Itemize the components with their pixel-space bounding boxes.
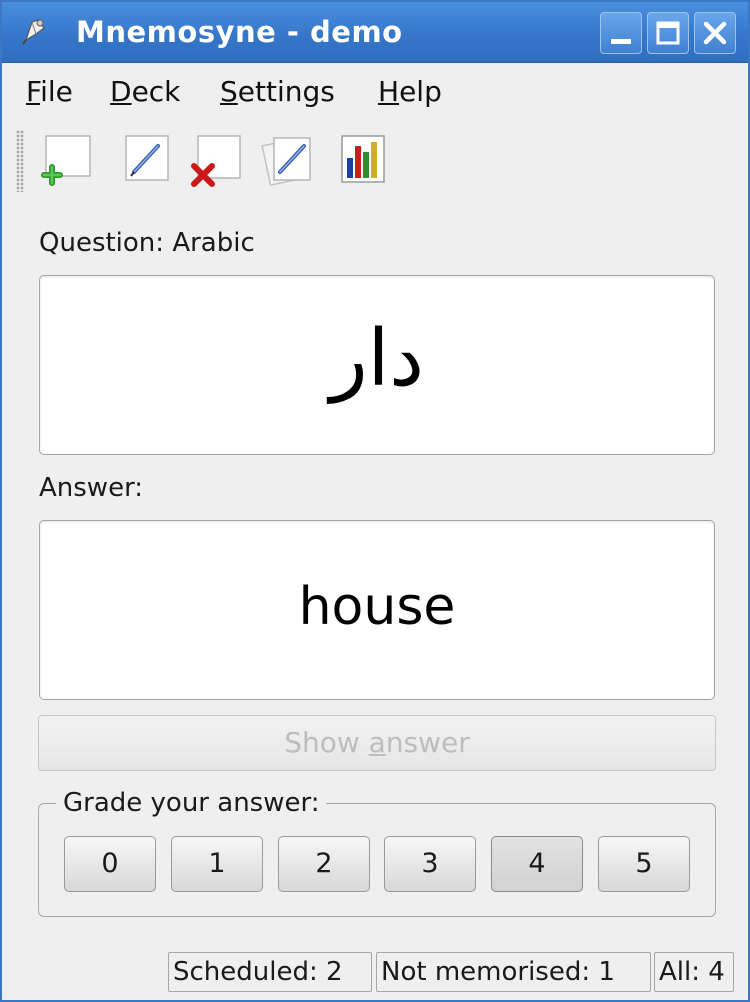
answer-label: Answer: — [39, 473, 144, 503]
status-scheduled: Scheduled: 2 — [168, 952, 372, 992]
mnemosyne-app-icon[interactable] — [20, 14, 52, 46]
minimize-icon — [611, 39, 631, 44]
title-bar[interactable]: Mnemosyne - demo — [2, 2, 748, 63]
menu-settings[interactable]: Settings — [220, 75, 335, 108]
edit-deck-icon[interactable] — [260, 132, 316, 188]
question-label: Question: Arabic — [39, 228, 255, 258]
menu-deck-mnemonic: D — [110, 75, 132, 108]
grade-0-button[interactable]: 0 — [64, 836, 156, 892]
status-not-memorised: Not memorised: 1 — [376, 952, 651, 992]
menu-deck-label: eck — [131, 75, 181, 108]
question-pane: دار — [39, 275, 715, 455]
status-all: All: 4 — [654, 952, 734, 992]
grade-group-title: Grade your answer: — [56, 788, 327, 818]
menu-deck[interactable]: Deck — [110, 75, 180, 108]
window-title: Mnemosyne - demo — [76, 15, 403, 49]
grade-4-button[interactable]: 4 — [491, 836, 583, 892]
grade-3-button[interactable]: 3 — [384, 836, 476, 892]
close-icon — [703, 21, 727, 45]
answer-text: house — [298, 577, 456, 637]
maximize-button[interactable] — [647, 12, 689, 54]
show-answer-mnemonic: a — [368, 726, 386, 759]
menu-settings-label: ettings — [237, 75, 335, 108]
toolbar — [2, 120, 748, 208]
show-answer-label-end: nswer — [385, 726, 470, 759]
minimize-button[interactable] — [600, 12, 642, 54]
app-window: Mnemosyne - demo File Deck Settings Help — [0, 0, 750, 1002]
close-button[interactable] — [694, 12, 736, 54]
menu-file-label: ile — [40, 75, 73, 108]
grade-1-button[interactable]: 1 — [171, 836, 263, 892]
menu-file-mnemonic: F — [26, 75, 41, 108]
edit-card-icon[interactable] — [120, 132, 176, 188]
menu-settings-mnemonic: S — [220, 75, 238, 108]
show-answer-button[interactable]: Show answer — [38, 715, 716, 771]
menu-help-mnemonic: H — [378, 75, 400, 108]
menu-file[interactable]: File — [26, 75, 73, 108]
statistics-icon[interactable] — [336, 132, 392, 188]
delete-card-icon[interactable] — [188, 132, 244, 188]
maximize-icon — [656, 21, 680, 45]
menu-help[interactable]: Help — [378, 75, 442, 108]
grade-2-button[interactable]: 2 — [278, 836, 370, 892]
menu-bar: File Deck Settings Help — [2, 63, 748, 119]
toolbar-grip[interactable] — [16, 130, 24, 192]
answer-pane: house — [39, 520, 715, 700]
show-answer-label-start: Show — [284, 726, 369, 759]
menu-help-label: elp — [399, 75, 442, 108]
add-card-icon[interactable] — [40, 132, 96, 188]
question-text: دار — [329, 314, 425, 404]
grade-5-button[interactable]: 5 — [598, 836, 690, 892]
